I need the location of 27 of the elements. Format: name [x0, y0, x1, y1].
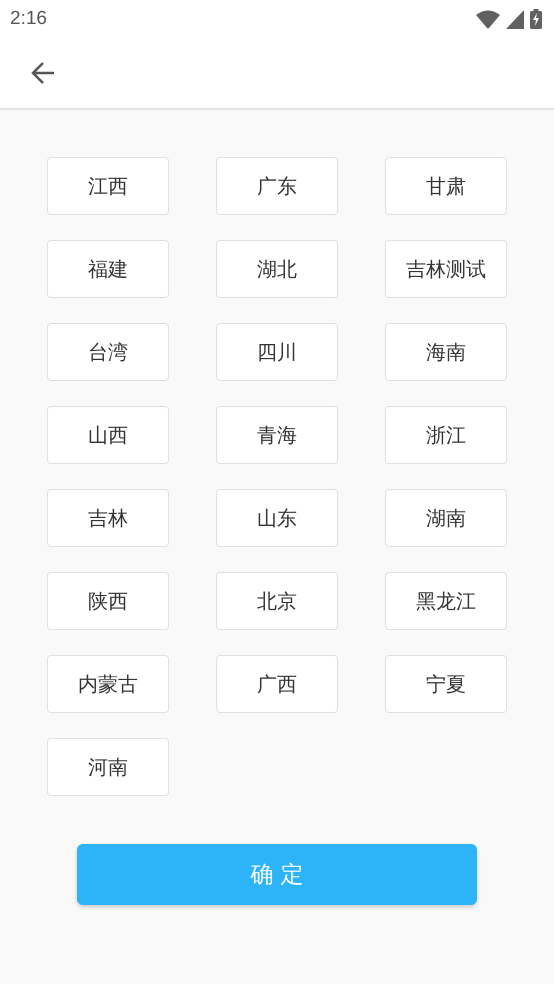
province-option[interactable]: 山西	[47, 406, 169, 464]
province-option[interactable]: 台湾	[47, 323, 169, 381]
status-time: 2:16	[10, 8, 47, 30]
province-option[interactable]: 吉林	[47, 489, 169, 547]
province-option[interactable]: 湖北	[216, 240, 338, 298]
province-option[interactable]: 内蒙古	[47, 655, 169, 713]
province-option[interactable]: 北京	[216, 572, 338, 630]
province-option[interactable]: 福建	[47, 240, 169, 298]
province-option[interactable]: 宁夏	[385, 655, 507, 713]
back-arrow-icon	[30, 60, 56, 86]
battery-charging-icon	[530, 9, 542, 29]
province-option[interactable]: 湖南	[385, 489, 507, 547]
province-option[interactable]: 河南	[47, 738, 169, 796]
province-option[interactable]: 山东	[216, 489, 338, 547]
province-option[interactable]: 四川	[216, 323, 338, 381]
province-option[interactable]: 广西	[216, 655, 338, 713]
province-option[interactable]: 黑龙江	[385, 572, 507, 630]
province-option[interactable]: 甘肃	[385, 157, 507, 215]
province-option[interactable]: 吉林测试	[385, 240, 507, 298]
province-option[interactable]: 海南	[385, 323, 507, 381]
province-option[interactable]: 浙江	[385, 406, 507, 464]
province-option[interactable]: 陕西	[47, 572, 169, 630]
province-option[interactable]: 广东	[216, 157, 338, 215]
signal-icon	[506, 10, 524, 28]
wifi-icon	[476, 10, 500, 28]
province-option[interactable]: 青海	[216, 406, 338, 464]
province-option[interactable]: 江西	[47, 157, 169, 215]
